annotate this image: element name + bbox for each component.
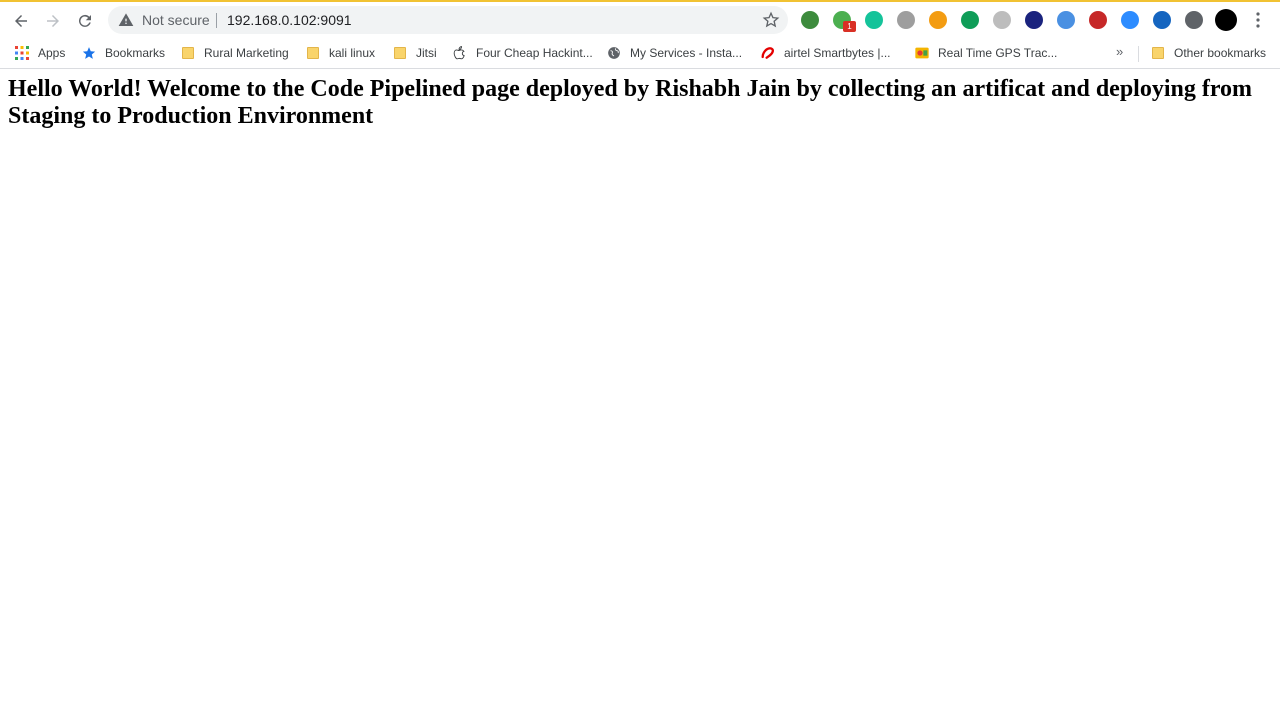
bookmark-jitsi[interactable]: Jitsi (392, 43, 437, 63)
warning-icon[interactable] (118, 12, 134, 28)
url-text[interactable]: 192.168.0.102:9091 (227, 12, 352, 28)
folder-icon (305, 45, 321, 61)
extension-badge: 1 (843, 21, 856, 32)
address-divider (216, 13, 217, 28)
page-heading: Hello World! Welcome to the Code Pipelin… (8, 76, 1253, 129)
page-content: Hello World! Welcome to the Code Pipelin… (8, 76, 1272, 130)
bookmark-label: Apps (38, 46, 66, 60)
bookmark-four-cheap-hacking[interactable]: Four Cheap Hackint... (452, 43, 593, 63)
bookmark-other-bookmarks[interactable]: Other bookmarks (1150, 43, 1266, 63)
reload-icon (78, 14, 91, 27)
folder-icon (1150, 45, 1166, 61)
grammarly-icon[interactable] (865, 11, 883, 29)
bookmark-rural-marketing[interactable]: Rural Marketing (180, 43, 289, 63)
bookmark-airtel[interactable]: airtel Smartbytes |... (760, 43, 890, 63)
globe-icon (606, 45, 622, 61)
bookmarks-bar: Apps Bookmarks Rural Marketing kali linu… (0, 38, 1280, 69)
reload-button[interactable] (72, 8, 98, 34)
bookmark-label: Four Cheap Hackint... (476, 46, 593, 60)
bookmarks-divider (1138, 46, 1139, 62)
bookmark-label: Bookmarks (105, 46, 166, 60)
code-icon[interactable] (993, 11, 1011, 29)
pdf-icon[interactable] (1089, 11, 1107, 29)
security-label[interactable]: Not secure (142, 12, 210, 28)
menu-icon[interactable] (1250, 11, 1266, 29)
ext-1-icon[interactable] (801, 11, 819, 29)
address-bar[interactable]: Not secure 192.168.0.102:9091 (108, 6, 788, 34)
bookmark-label: Jitsi (416, 46, 437, 60)
gps-icon (914, 45, 930, 61)
apps-grid-icon (14, 45, 30, 61)
bookmark-gps-tracking[interactable]: Real Time GPS Trac... (914, 43, 1057, 63)
zoom-icon[interactable] (1121, 11, 1139, 29)
bookmark-my-services[interactable]: My Services - Insta... (606, 43, 742, 63)
bookmark-label: Real Time GPS Trac... (938, 46, 1058, 60)
bookmark-kali-linux[interactable]: kali linux (305, 43, 375, 63)
folder-icon (392, 45, 408, 61)
ext-navy-icon[interactable] (1025, 11, 1043, 29)
bookmark-apps[interactable]: Apps (14, 43, 65, 63)
back-button[interactable] (8, 8, 34, 34)
ext-orange-icon[interactable] (929, 11, 947, 29)
feather-icon[interactable] (1057, 11, 1075, 29)
airtel-icon (760, 45, 776, 61)
profile-avatar[interactable] (1215, 9, 1237, 31)
puzzle-icon[interactable] (1185, 11, 1203, 29)
apple-icon (452, 45, 468, 61)
arrow-right-icon (47, 15, 59, 27)
bookmark-label: Rural Marketing (204, 46, 289, 60)
arrow-left-icon (15, 15, 27, 27)
bookmark-label: Other bookmarks (1174, 46, 1267, 60)
forward-button[interactable] (40, 8, 66, 34)
browser-toolbar: Not secure 192.168.0.102:9091 1 (0, 0, 1280, 38)
ext-blue-icon[interactable] (1153, 11, 1171, 29)
bookmark-label: My Services - Insta... (630, 46, 743, 60)
bookmarks-overflow-chevron[interactable]: » (1116, 44, 1123, 59)
folder-icon (180, 45, 196, 61)
star-icon (81, 45, 97, 61)
bookmark-bookmarks[interactable]: Bookmarks (81, 43, 165, 63)
bookmark-label: kali linux (329, 46, 376, 60)
bookmark-label: airtel Smartbytes |... (784, 46, 891, 60)
ext-green-icon[interactable] (961, 11, 979, 29)
bookmark-star-icon[interactable] (762, 11, 780, 29)
cart-icon[interactable] (897, 11, 915, 29)
